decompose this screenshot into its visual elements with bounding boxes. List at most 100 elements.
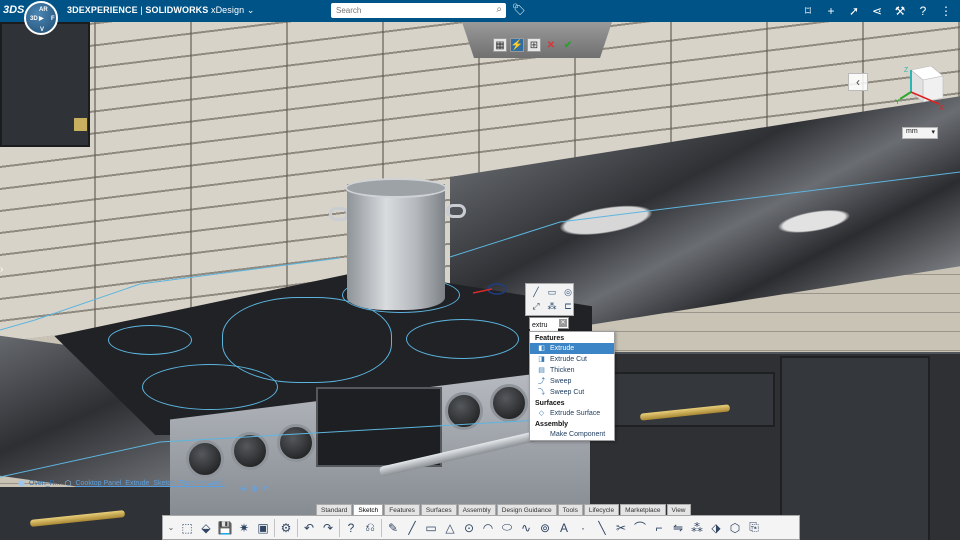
share-icon[interactable]: ➚ (846, 2, 862, 20)
convert-icon[interactable]: ⬗ (708, 520, 724, 536)
command-thicken[interactable]: ▤ Thicken (530, 365, 614, 376)
sketch-pencil-icon[interactable]: ✎ (385, 520, 401, 536)
command-extrude-surface[interactable]: ◇ Extrude Surface (530, 408, 614, 419)
command-extrude[interactable]: ◧ Extrude (530, 343, 614, 354)
exit-sketch-icon[interactable]: ⎘ (746, 520, 762, 536)
circle-icon[interactable]: ⊙ (461, 520, 477, 536)
app-title-platform: 3DEXPERIENCE (67, 5, 138, 15)
block-icon[interactable]: ⬡ (727, 520, 743, 536)
cancel-icon[interactable]: ✕ (544, 38, 558, 52)
add-icon[interactable]: + (823, 2, 839, 20)
line-icon[interactable]: ╱ (529, 286, 543, 299)
bookmark-icon[interactable]: ⌑ (800, 2, 816, 20)
trim-icon[interactable]: ✂ (613, 520, 629, 536)
pattern-icon[interactable]: ⁂ (689, 520, 705, 536)
drawing-icon[interactable]: ▣ (255, 520, 271, 536)
spline-icon[interactable]: ∿ (518, 520, 534, 536)
help-icon[interactable]: ? (915, 2, 931, 20)
burner-outline[interactable] (222, 297, 392, 383)
sketch-icon[interactable]: ▦ (493, 38, 507, 52)
tab-assembly[interactable]: Assembly (457, 504, 496, 515)
tab-features[interactable]: Features (384, 504, 420, 515)
clear-icon[interactable]: ✕ (559, 319, 567, 327)
command-sweep-cut[interactable]: ⤵ Sweep Cut (530, 387, 614, 398)
chevron-down-icon[interactable]: ▾ (263, 483, 268, 494)
compass-widget[interactable]: AR 3D ▶ F V (24, 1, 58, 35)
command-make-component[interactable]: Make Component (530, 429, 614, 440)
tab-sketch[interactable]: Sketch (353, 504, 384, 515)
cabinet-knob (74, 118, 87, 131)
circle-icon[interactable]: ◎ (561, 286, 575, 299)
breadcrumb-link[interactable]: Cooktop Panel Extrude Sketch (Face Forwa… (75, 480, 224, 487)
chevron-down-icon[interactable]: ⌄ (166, 520, 176, 536)
chamfer-icon[interactable]: ⌐ (651, 520, 667, 536)
tag-icon[interactable]: 🏷 (512, 3, 526, 16)
tab-marketplace[interactable]: Marketplace (620, 504, 666, 515)
mirror-icon[interactable]: ⇋ (670, 520, 686, 536)
offset-icon[interactable]: ⊏ (561, 301, 575, 314)
line-icon[interactable]: ╱ (404, 520, 420, 536)
command-sweep[interactable]: ⤴ Sweep (530, 376, 614, 387)
tab-surfaces[interactable]: Surfaces (420, 504, 457, 515)
pattern-icon[interactable]: ⁂ (545, 301, 559, 314)
drawer-handle (29, 510, 126, 527)
pot-handle (446, 204, 466, 218)
save-icon[interactable]: 💾 (217, 520, 233, 536)
more-icon[interactable]: ⋮ (938, 2, 954, 20)
burner-outline[interactable] (406, 319, 519, 359)
rectangle-icon[interactable]: ▭ (423, 520, 439, 536)
trim-icon[interactable]: ⤢ (529, 301, 543, 314)
text-icon[interactable]: A (556, 520, 572, 536)
search-icon[interactable]: ⌕ (496, 4, 502, 15)
undo-icon[interactable]: ↶ (301, 520, 317, 536)
point-icon[interactable]: · (575, 520, 591, 536)
confirm-icon[interactable]: ✔ (561, 38, 575, 52)
separator (297, 518, 298, 537)
left-panel-expander[interactable]: › (0, 264, 10, 278)
assembly-icon[interactable]: ✷ (236, 520, 252, 536)
fillet-icon[interactable]: ⌒ (632, 520, 648, 536)
grid-icon[interactable]: ⊞ (527, 38, 541, 52)
ellipse-icon[interactable]: ⬭ (499, 520, 515, 536)
new-part-icon[interactable]: ⬚ (179, 520, 195, 536)
settings-icon[interactable]: ⚙ (278, 520, 294, 536)
chevron-down-icon[interactable]: ⌄ (247, 5, 255, 15)
polygon-icon[interactable]: △ (442, 520, 458, 536)
search-input[interactable] (331, 3, 481, 18)
tools-icon[interactable]: ⚒ (892, 2, 908, 20)
cube-icon[interactable]: ⬙ (198, 520, 214, 536)
unit-select[interactable]: mm ▾ (902, 127, 938, 139)
tab-view[interactable]: View (666, 504, 691, 515)
3d-viewport[interactable] (0, 22, 960, 540)
help-icon[interactable]: ? (343, 520, 359, 536)
command-search-input[interactable] (530, 320, 558, 331)
base-cabinet-left (0, 487, 175, 540)
redo-icon[interactable]: ↷ (320, 520, 336, 536)
rectangle-icon[interactable]: ▭ (545, 286, 559, 299)
3ds-logo[interactable]: 3DS (3, 4, 24, 16)
history-icon[interactable]: ⎌ (362, 520, 378, 536)
breadcrumb-root[interactable]: Oven_R... (29, 480, 61, 487)
tab-design-guidance[interactable]: Design Guidance (496, 504, 557, 515)
app-title-product: SOLIDWORKS (145, 5, 209, 15)
tab-standard[interactable]: Standard (316, 504, 353, 515)
appearance-icon[interactable]: ◈ (240, 483, 247, 494)
burner-outline[interactable] (108, 325, 192, 355)
viewcube[interactable]: Z Y X (895, 66, 945, 112)
command-label: Make Component (550, 431, 606, 438)
command-search[interactable]: ✕ (529, 317, 569, 331)
tab-lifecycle[interactable]: Lifecycle (583, 504, 620, 515)
display-icon[interactable]: ◉ (251, 483, 259, 494)
smart-dimension-icon[interactable]: ⚡ (510, 38, 524, 52)
previous-view-button[interactable]: ‹ (848, 73, 868, 91)
top-bar: 3DS 3DEXPERIENCE | SOLIDWORKS xDesign ⌄ … (0, 0, 960, 22)
tab-tools[interactable]: Tools (557, 504, 583, 515)
slot-icon[interactable]: ⊚ (537, 520, 553, 536)
share-network-icon[interactable]: ⋖ (869, 2, 885, 20)
search-box[interactable]: ⌕ (331, 3, 506, 18)
centerline-icon[interactable]: ╲ (594, 520, 610, 536)
command-search-results: Features ◧ Extrude ◨ Extrude Cut ▤ Thicken … (529, 331, 615, 441)
command-extrude-cut[interactable]: ◨ Extrude Cut (530, 354, 614, 365)
arc-icon[interactable]: ◠ (480, 520, 496, 536)
app-title[interactable]: 3DEXPERIENCE | SOLIDWORKS xDesign ⌄ (67, 5, 254, 16)
